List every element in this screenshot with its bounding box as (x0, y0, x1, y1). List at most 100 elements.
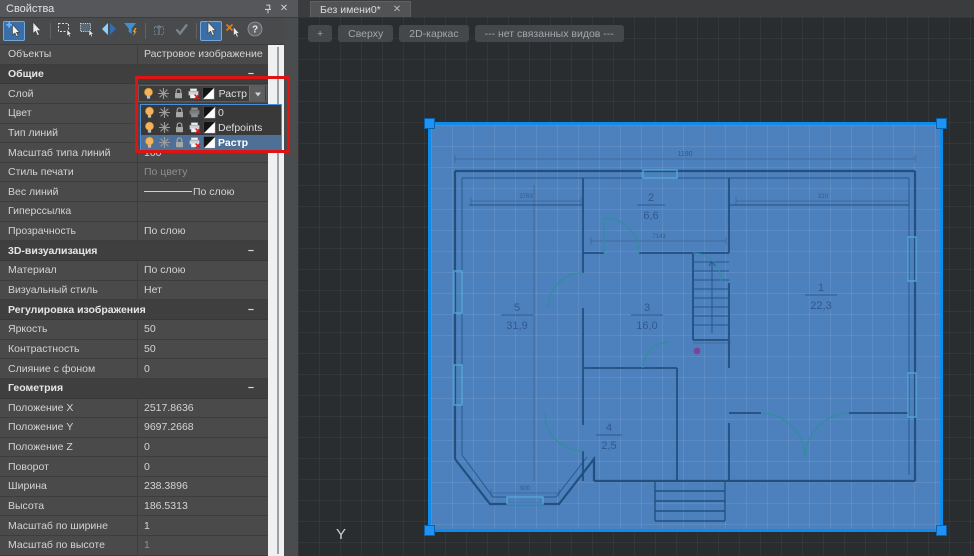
tab-bar: Без имени0* ✕ (298, 0, 974, 17)
viewport-view-top[interactable]: Сверху (338, 25, 393, 42)
viewport-visual-style-2d-wireframe[interactable]: 2D-каркас (399, 25, 468, 42)
property-label: Визуальный стиль (0, 281, 138, 300)
collapse-icon[interactable]: − (248, 382, 254, 394)
pin-icon[interactable] (260, 2, 276, 16)
property-label: Высота (0, 497, 138, 516)
property-value[interactable] (138, 202, 268, 221)
viewport-add-viewport[interactable]: + (308, 25, 332, 42)
section-header[interactable]: Общие− (0, 65, 268, 85)
toolbar-pointer-mode[interactable] (200, 21, 222, 41)
property-row: ОбъектыРастровое изображение (0, 45, 268, 65)
swatch-icon (203, 136, 216, 149)
toolbar-select-window[interactable] (54, 21, 76, 41)
check-icon (174, 21, 190, 42)
property-label: Слой (0, 84, 136, 103)
layer-option-label: Defpoints (218, 122, 262, 134)
collapse-icon[interactable]: − (248, 68, 254, 80)
pointer-icon (203, 21, 219, 42)
selection-grip-bottom-left[interactable] (424, 525, 435, 536)
property-value[interactable]: 0 (138, 457, 268, 476)
property-label: Поворот (0, 457, 138, 476)
property-value[interactable]: По слою (138, 261, 268, 280)
toolbar-select-crossing[interactable] (76, 21, 98, 41)
bulb-icon (143, 106, 156, 119)
section-header[interactable]: Геометрия − (0, 379, 268, 399)
tab-close-icon[interactable]: ✕ (393, 4, 401, 15)
dim-label: 3763 (519, 194, 533, 200)
panel-titlebar: Свойства ✕ (0, 0, 298, 18)
selection-grip-bottom-right[interactable] (936, 525, 947, 536)
deselect-x-icon (225, 21, 241, 42)
property-label: Стиль печати (0, 163, 138, 182)
property-row: Ширина238.3896 (0, 477, 268, 497)
layer-option-2[interactable]: Растр (141, 135, 281, 150)
section-header[interactable]: 3D-визуализация − (0, 241, 268, 261)
property-row: Контрастность50 (0, 340, 268, 360)
panel-edge (284, 18, 298, 556)
toolbar-separator (196, 23, 197, 39)
room-area: 22,3 (810, 300, 831, 312)
toolbar-apply-selection[interactable] (171, 21, 193, 41)
collapse-icon[interactable]: − (248, 245, 254, 257)
tab-document[interactable]: Без имени0* ✕ (310, 1, 411, 17)
toolbar-append-selection[interactable] (3, 21, 25, 41)
property-value[interactable]: 1 (138, 516, 268, 535)
property-label: Масштаб по высоте (0, 536, 138, 555)
property-value[interactable]: По слою (138, 222, 268, 241)
toolbar-deselect-all[interactable] (222, 21, 244, 41)
toolbar-separator (50, 23, 51, 39)
lock-icon (173, 121, 186, 134)
swatch-icon (203, 106, 216, 119)
property-value[interactable]: По слою (138, 182, 268, 201)
layer-field-value: Растр (217, 88, 247, 100)
room-area: 6,6 (643, 210, 658, 222)
dim-label: 310 (818, 194, 829, 200)
lineweight-sample (144, 191, 192, 192)
selection-grip-top-left[interactable] (424, 118, 435, 129)
chevron-down-icon[interactable] (249, 86, 265, 101)
selected-raster-image[interactable]: 1190 3763 310 7143 900 (428, 122, 943, 532)
room-area: 2,5 (601, 440, 616, 452)
layer-option-label: Растр (218, 137, 248, 149)
property-row: Поворот0 (0, 457, 268, 477)
property-value[interactable]: 1 (138, 536, 268, 555)
collapse-icon[interactable]: − (248, 304, 254, 316)
property-value[interactable]: Растровое изображение (138, 45, 268, 64)
property-value-text: По слою (193, 186, 235, 198)
property-label: Положение Z (0, 438, 138, 457)
section-label: Геометрия (8, 382, 63, 394)
property-label: Положение Y (0, 418, 138, 437)
section-label: Регулировка изображения (8, 304, 146, 316)
close-icon[interactable]: ✕ (276, 2, 292, 16)
property-value[interactable]: Нет (138, 281, 268, 300)
section-header[interactable]: Регулировка изображения − (0, 300, 268, 320)
room-area: 16,0 (636, 320, 657, 332)
bulb-icon (143, 136, 156, 149)
drawing-canvas[interactable]: + Сверху 2D-каркас --- нет связанных видов … (298, 17, 974, 556)
property-value[interactable]: 2517.8636 (138, 399, 268, 418)
layer-field[interactable]: Растр (138, 85, 267, 102)
selection-grip-top-right[interactable] (936, 118, 947, 129)
toolbar-selection-filter[interactable] (120, 21, 142, 41)
property-value[interactable]: 186.5313 (138, 497, 268, 516)
toolbar-help[interactable]: ? (244, 21, 266, 41)
property-value[interactable]: По цвету (138, 163, 268, 182)
section-label: 3D-визуализация (8, 245, 97, 257)
property-value[interactable]: 9697.2668 (138, 418, 268, 437)
app-root: Свойства ✕ ? ОбъектыРастровое изображени… (0, 0, 974, 556)
property-value[interactable]: 50 (138, 340, 268, 359)
property-value[interactable]: 238.3896 (138, 477, 268, 496)
panel-title: Свойства (6, 3, 260, 15)
toolbar-add-to-selection[interactable] (149, 21, 171, 41)
property-value[interactable]: 50 (138, 320, 268, 339)
toolbar-select[interactable] (25, 21, 47, 41)
layer-option-0[interactable]: 0 (141, 105, 281, 120)
property-value[interactable]: 0 (138, 359, 268, 378)
viewport-linked-views[interactable]: --- нет связанных видов --- (475, 25, 624, 42)
toolbar-invert-selection[interactable] (98, 21, 120, 41)
move-up-icon (152, 21, 168, 42)
sun-icon (158, 106, 171, 119)
property-value[interactable]: 0 (138, 438, 268, 457)
layer-option-label: 0 (218, 107, 224, 119)
layer-option-1[interactable]: Defpoints (141, 120, 281, 135)
